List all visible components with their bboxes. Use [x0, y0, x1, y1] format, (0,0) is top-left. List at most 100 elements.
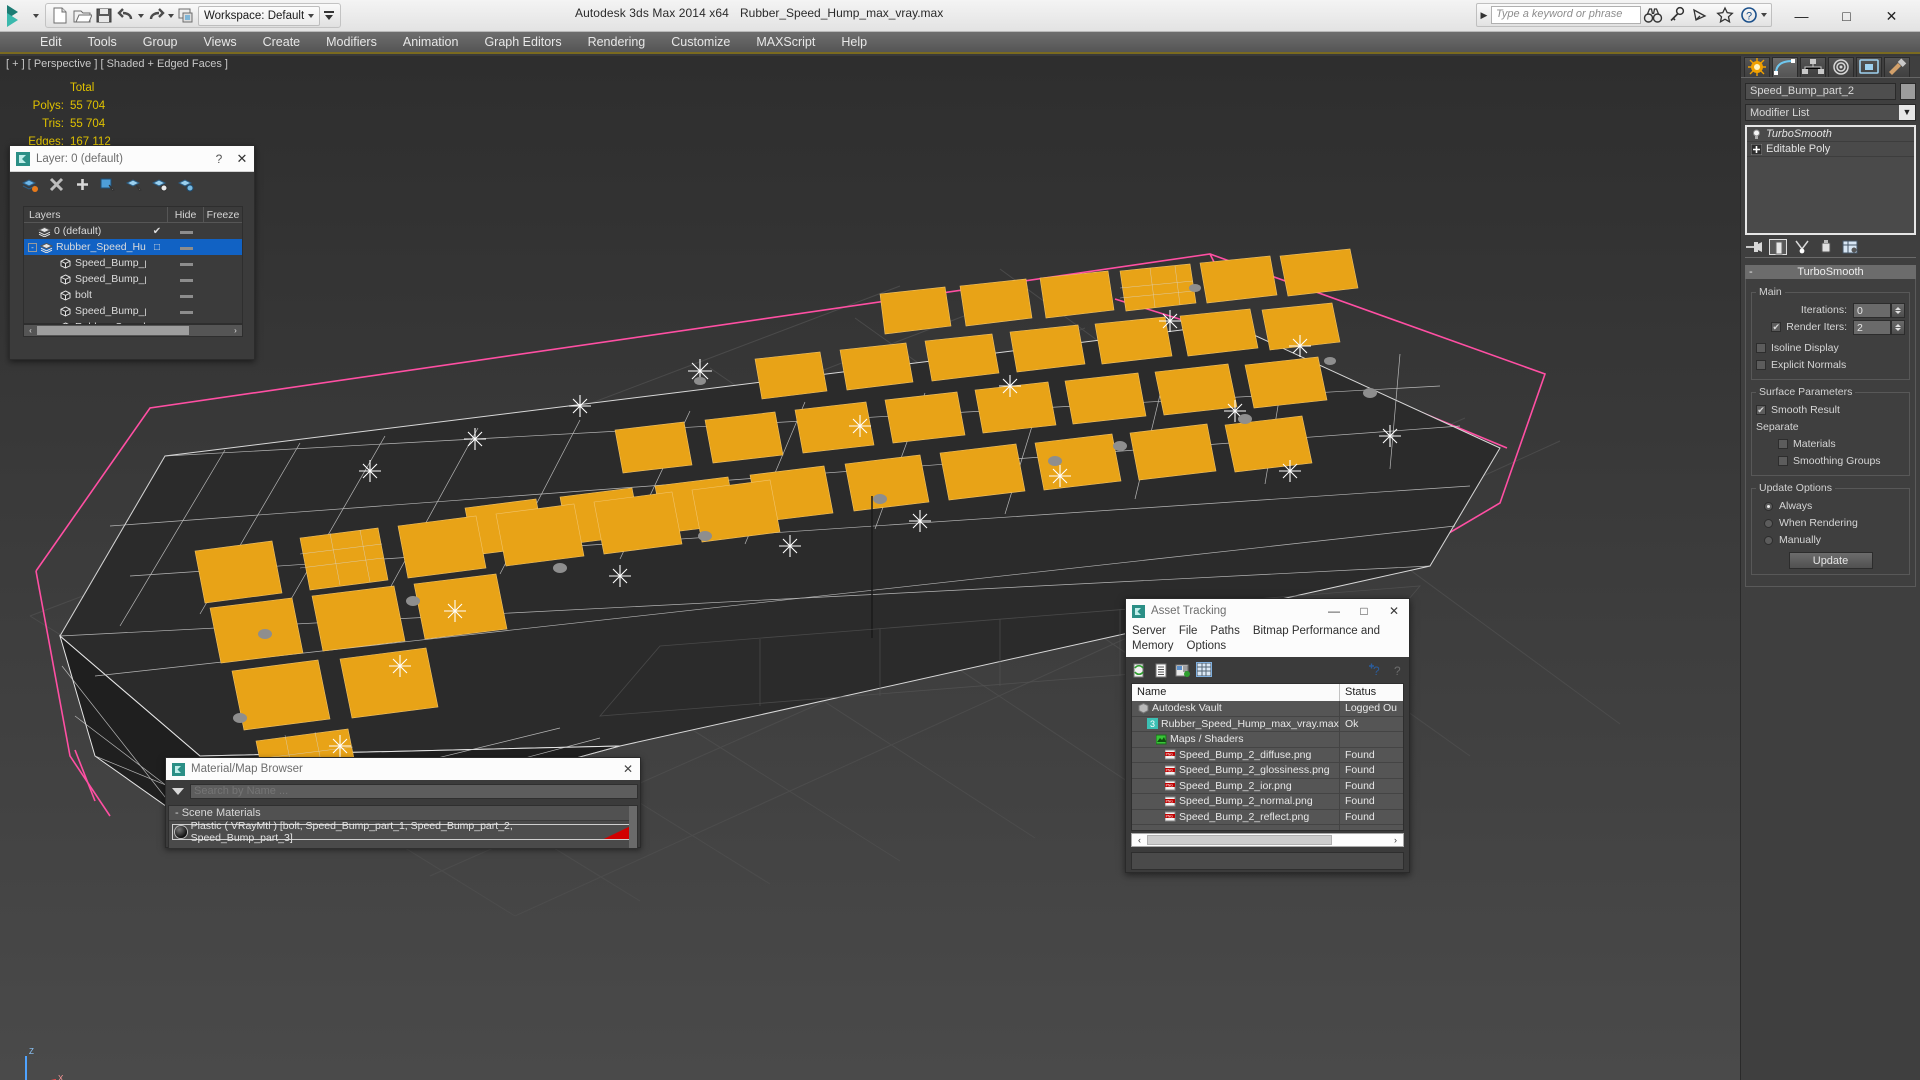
- workspace-caret-icon[interactable]: [308, 13, 315, 18]
- iterations-spinner[interactable]: [1891, 302, 1905, 318]
- help-icon[interactable]: ?: [1739, 5, 1759, 25]
- layer-list[interactable]: Layers Hide Freeze 0 (default) ✔ - Rubber_S…: [23, 206, 243, 333]
- 3dsmax-logo-icon[interactable]: [3, 2, 33, 30]
- at-table-row[interactable]: PNG Speed_Bump_2_normal.png Found: [1132, 794, 1403, 810]
- utilities-tab[interactable]: [1884, 57, 1910, 77]
- layer-close-button[interactable]: ✕: [230, 151, 254, 167]
- at-menu-file[interactable]: File: [1179, 625, 1198, 637]
- update-when-rendering-radio[interactable]: [1764, 518, 1773, 528]
- at-scroll-thumb[interactable]: [1147, 835, 1332, 845]
- select-objects-in-layer-icon[interactable]: [100, 177, 117, 192]
- at-close-button[interactable]: ✕: [1379, 604, 1409, 618]
- layer-scroll-thumb[interactable]: [37, 326, 189, 335]
- delete-layer-icon[interactable]: [48, 177, 65, 192]
- menu-item-tools[interactable]: Tools: [75, 31, 130, 53]
- render-iters-spinner[interactable]: [1891, 319, 1905, 335]
- mmb-scene-materials-list[interactable]: - Scene Materials Plastic ( VRayMtl ) [b…: [168, 805, 638, 849]
- mmb-group-header[interactable]: - Scene Materials: [169, 806, 637, 821]
- new-file-icon[interactable]: [50, 6, 70, 25]
- pin-stack-icon[interactable]: [1745, 239, 1763, 255]
- satellite-dish-icon[interactable]: [1691, 5, 1711, 25]
- layer-row[interactable]: bolt: [24, 287, 242, 303]
- menu-item-graph-editors[interactable]: Graph Editors: [471, 31, 574, 53]
- update-always-row[interactable]: Always: [1756, 498, 1905, 514]
- layer-properties-icon[interactable]: [177, 177, 195, 192]
- mmb-filter-caret-icon[interactable]: [172, 787, 184, 795]
- separate-materials-checkbox[interactable]: [1778, 439, 1788, 449]
- redo-dropdown-icon[interactable]: [168, 13, 174, 18]
- update-button[interactable]: Update: [1788, 552, 1873, 569]
- modifier-stack-item-editablepoly[interactable]: Editable Poly: [1747, 142, 1914, 157]
- hierarchy-tab[interactable]: [1800, 57, 1826, 77]
- menu-item-edit[interactable]: Edit: [27, 31, 75, 53]
- explicit-normals-row[interactable]: Explicit Normals: [1756, 357, 1905, 373]
- menu-item-group[interactable]: Group: [130, 31, 191, 53]
- show-end-result-icon[interactable]: [1769, 238, 1787, 255]
- workspace-selector[interactable]: Workspace: Default: [198, 5, 321, 26]
- layer-hide-cell[interactable]: [168, 273, 204, 285]
- at-table-row[interactable]: PNG Speed_Bump_2_diffuse.png Found: [1132, 747, 1403, 763]
- menu-item-customize[interactable]: Customize: [658, 31, 743, 53]
- isoline-display-checkbox[interactable]: [1756, 343, 1766, 353]
- light-bulb-icon[interactable]: [1751, 129, 1762, 140]
- at-menu-options[interactable]: Options: [1187, 640, 1227, 652]
- asset-tracking-dialog[interactable]: Asset Tracking — □ ✕ Server File Paths Bitm…: [1125, 598, 1410, 873]
- layer-scroll-right-icon[interactable]: ›: [229, 326, 242, 335]
- layer-hide-cell[interactable]: [168, 241, 204, 253]
- layer-row[interactable]: Speed_Bump_part_3: [24, 271, 242, 287]
- object-color-swatch[interactable]: [1900, 83, 1916, 100]
- undo-dropdown-icon[interactable]: [138, 13, 144, 18]
- window-close-button[interactable]: ✕: [1869, 1, 1914, 31]
- binoculars-icon[interactable]: [1643, 5, 1663, 25]
- layer-row[interactable]: 0 (default) ✔: [24, 223, 242, 239]
- list-view-icon[interactable]: [1152, 662, 1168, 677]
- mmb-vertical-scrollbar[interactable]: [629, 806, 637, 848]
- iterations-field[interactable]: 0: [1853, 302, 1891, 318]
- layer-list-hscrollbar[interactable]: ‹ ›: [23, 324, 243, 337]
- at-maximize-button[interactable]: □: [1349, 604, 1379, 618]
- at-table-row[interactable]: Autodesk Vault Logged Ou: [1132, 701, 1403, 717]
- at-table-row[interactable]: 3 Rubber_Speed_Hump_max_vray.max Ok: [1132, 716, 1403, 732]
- separate-materials-row[interactable]: Materials: [1756, 436, 1905, 452]
- layer-manager-dialog[interactable]: Layer: 0 (default) ? ✕ Layers Hide Freez…: [9, 145, 255, 360]
- explicit-normals-checkbox[interactable]: [1756, 360, 1766, 370]
- at-table-row[interactable]: PNG Speed_Bump_2_ior.png Found: [1132, 778, 1403, 794]
- save-file-icon[interactable]: [94, 6, 114, 25]
- update-when-rendering-row[interactable]: When Rendering: [1756, 515, 1905, 531]
- menu-item-create[interactable]: Create: [250, 31, 314, 53]
- at-table-row[interactable]: PNG Speed_Bump_2_reflect.png Found: [1132, 809, 1403, 825]
- layer-hide-cell[interactable]: [168, 225, 204, 237]
- mmb-close-button[interactable]: ✕: [616, 762, 640, 776]
- make-unique-icon[interactable]: [1793, 239, 1811, 255]
- menu-item-rendering[interactable]: Rendering: [575, 31, 659, 53]
- isoline-row[interactable]: Isoline Display: [1756, 340, 1905, 356]
- app-menu-caret-icon[interactable]: [33, 13, 39, 18]
- motion-tab[interactable]: [1828, 57, 1854, 77]
- at-scroll-right-icon[interactable]: ›: [1388, 835, 1403, 845]
- at-menu-server[interactable]: Server: [1132, 625, 1166, 637]
- turbosmooth-rollout-header[interactable]: - TurboSmooth: [1745, 265, 1916, 279]
- refresh-assets-icon[interactable]: [1130, 662, 1146, 677]
- layer-row[interactable]: Speed_Bump_part_1: [24, 303, 242, 319]
- separate-smoothing-groups-checkbox[interactable]: [1778, 456, 1788, 466]
- detail-view-icon[interactable]: [1174, 662, 1190, 677]
- key-icon[interactable]: [1667, 5, 1687, 25]
- undo-icon[interactable]: [116, 6, 136, 25]
- redo-icon[interactable]: [146, 6, 166, 25]
- layer-help-button[interactable]: ?: [208, 152, 230, 166]
- modifier-list-dropdown[interactable]: Modifier List ▼: [1745, 104, 1916, 121]
- render-iters-field[interactable]: 2: [1853, 319, 1891, 335]
- layer-hide-cell[interactable]: [168, 289, 204, 301]
- at-table-row[interactable]: PNG Speed_Bump_2_glossiness.png Found: [1132, 763, 1403, 779]
- at-scroll-left-icon[interactable]: ‹: [1132, 835, 1147, 845]
- layer-scroll-left-icon[interactable]: ‹: [24, 326, 37, 335]
- at-table-row[interactable]: Maps / Shaders: [1132, 732, 1403, 748]
- expand-plus-icon[interactable]: [1750, 143, 1763, 155]
- update-manually-radio[interactable]: [1764, 535, 1773, 545]
- add-selection-to-layer-icon[interactable]: [151, 177, 169, 192]
- layer-hide-cell[interactable]: [168, 257, 204, 269]
- layer-row[interactable]: - Rubber_Speed_Hump□: [24, 239, 242, 255]
- layer-expander-icon[interactable]: -: [28, 242, 37, 252]
- create-tab[interactable]: [1744, 57, 1770, 77]
- viewport[interactable]: [ + ] [ Perspective ] [ Shaded + Edged F…: [0, 56, 1740, 1080]
